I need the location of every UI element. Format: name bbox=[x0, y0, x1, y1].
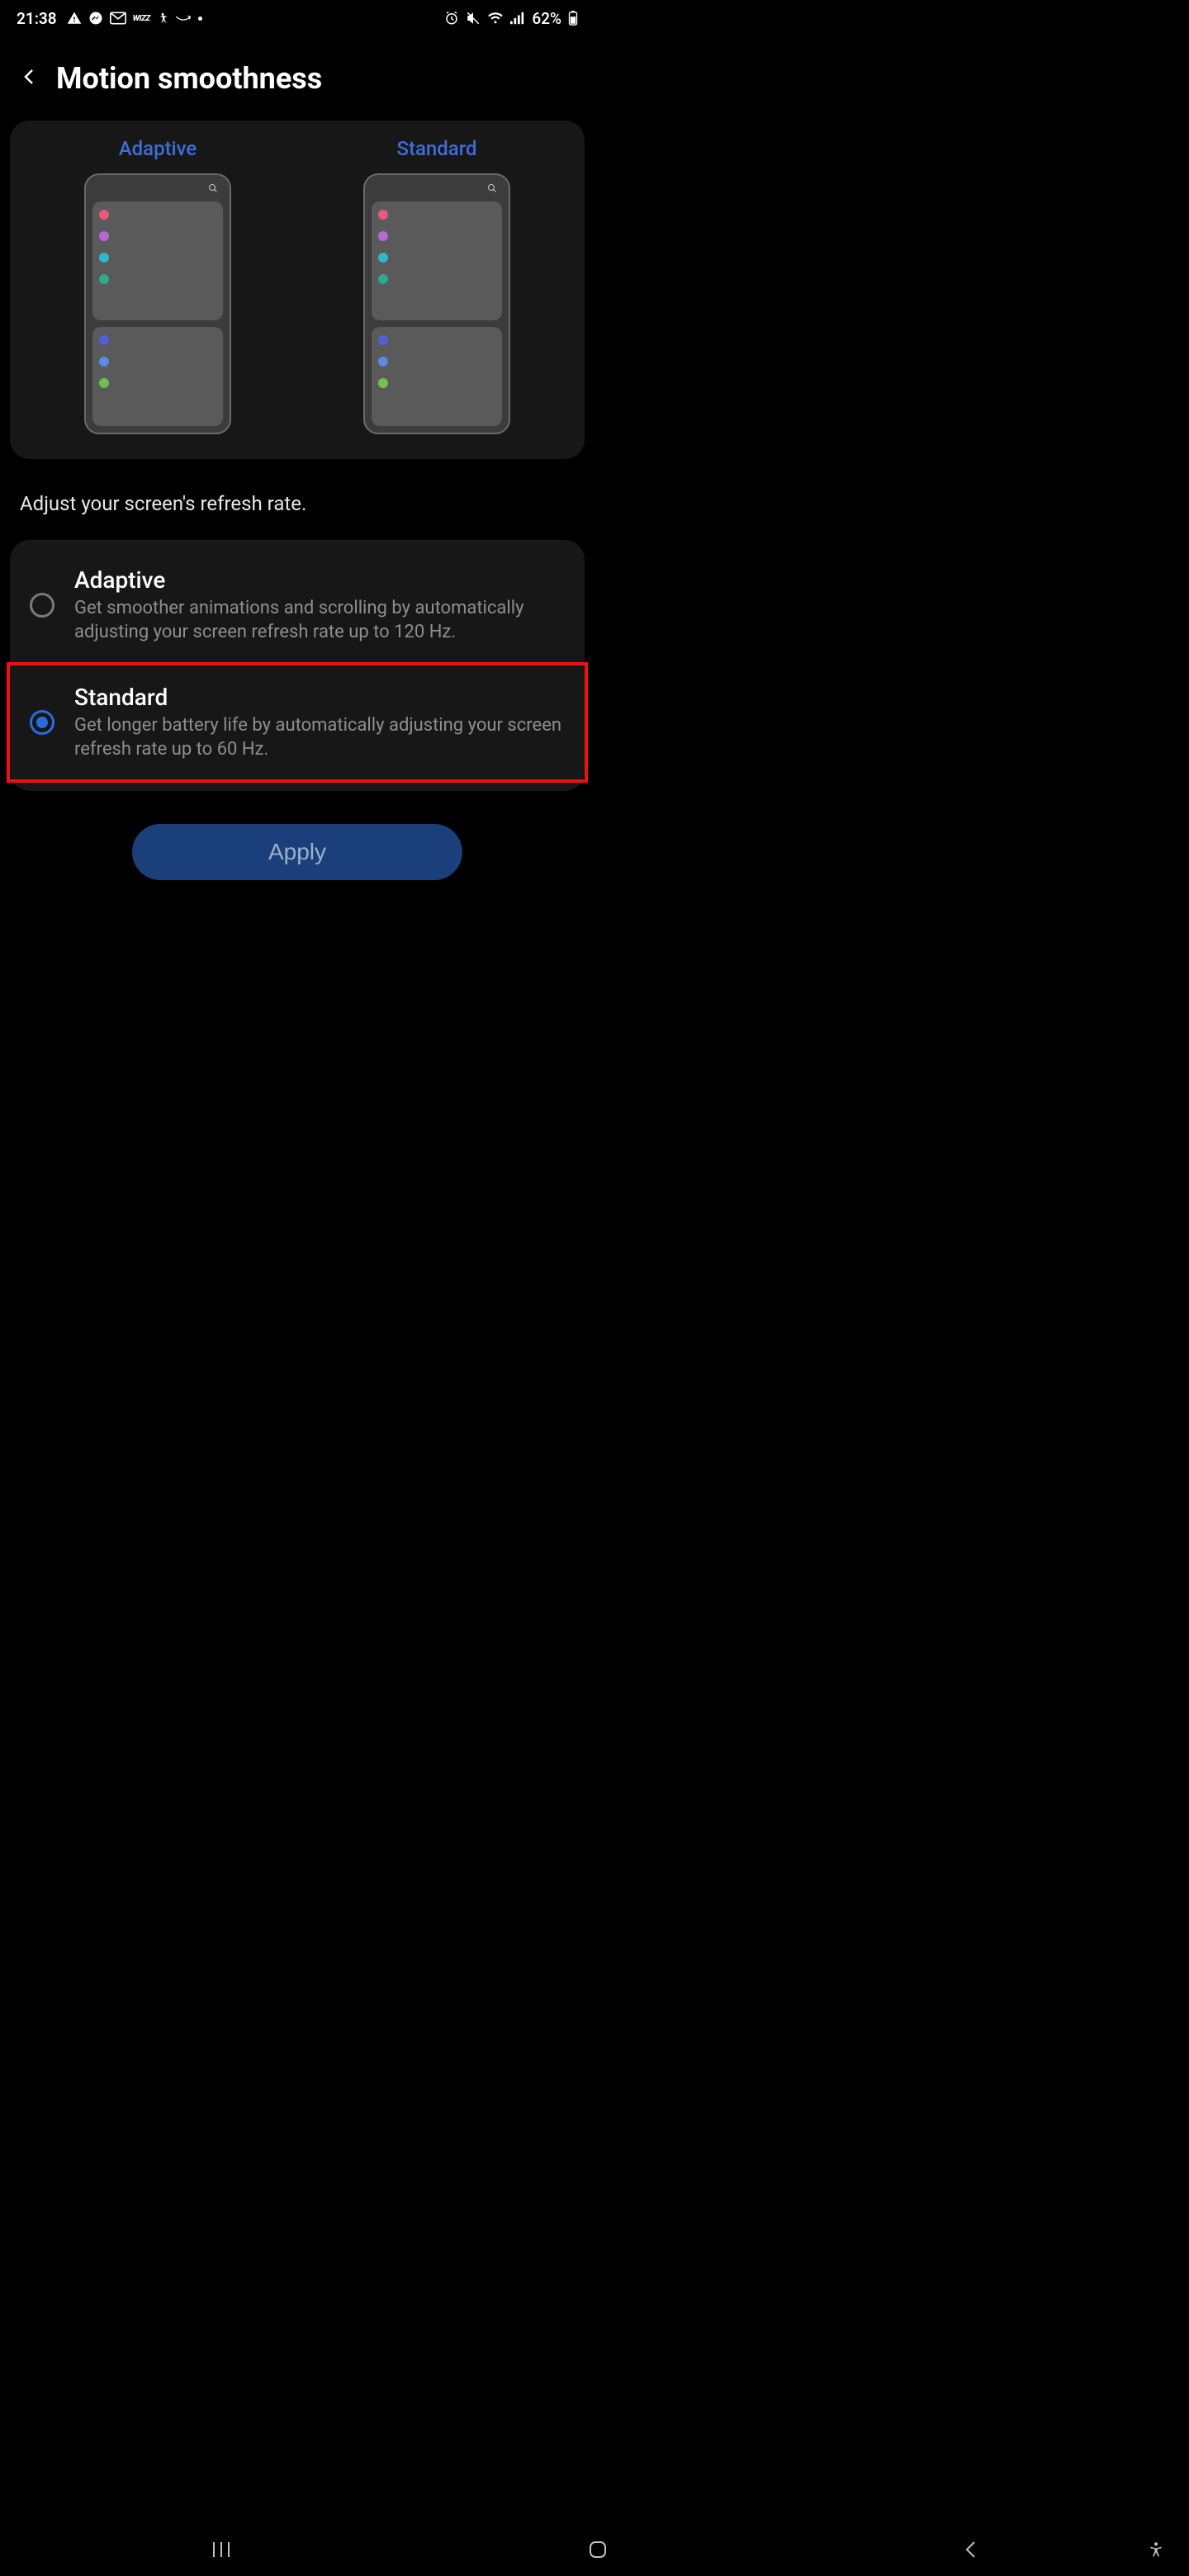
nav-back-button[interactable] bbox=[964, 2540, 978, 2563]
page-header: Motion smoothness bbox=[0, 36, 594, 112]
preview-adaptive-label: Adaptive bbox=[119, 137, 197, 160]
phone-mock-standard bbox=[363, 173, 510, 434]
preview-standard[interactable]: Standard bbox=[303, 137, 571, 434]
battery-percent: 62% bbox=[532, 9, 561, 28]
signal-icon bbox=[510, 12, 525, 25]
page-title: Motion smoothness bbox=[56, 61, 322, 96]
search-icon bbox=[487, 183, 497, 193]
preview-standard-label: Standard bbox=[396, 137, 476, 160]
wizz-icon: WIZZ bbox=[133, 14, 150, 23]
warning-icon bbox=[67, 11, 82, 26]
battery-icon bbox=[568, 11, 578, 26]
mute-icon bbox=[466, 11, 481, 26]
option-adaptive[interactable]: Adaptive Get smoother animations and scr… bbox=[10, 548, 585, 662]
status-time: 21:38 bbox=[17, 9, 57, 28]
recents-button[interactable] bbox=[211, 2540, 232, 2562]
apply-button[interactable]: Apply bbox=[132, 824, 462, 880]
android-nav-bar bbox=[0, 2526, 1189, 2576]
options-card: Adaptive Get smoother animations and scr… bbox=[10, 540, 585, 791]
status-bar: 21:38 WIZZ 62% bbox=[0, 0, 594, 36]
option-standard-desc: Get longer battery life by automatically… bbox=[74, 714, 565, 761]
search-icon bbox=[208, 183, 218, 193]
radio-adaptive[interactable] bbox=[30, 593, 54, 618]
option-adaptive-desc: Get smoother animations and scrolling by… bbox=[74, 597, 565, 644]
option-standard[interactable]: Standard Get longer battery life by auto… bbox=[10, 665, 585, 779]
wifi-icon bbox=[487, 12, 504, 25]
phone-mock-adaptive bbox=[84, 173, 231, 434]
back-button[interactable] bbox=[20, 67, 40, 90]
notification-dot-icon bbox=[198, 17, 202, 21]
gmail-icon bbox=[110, 12, 126, 25]
option-standard-title: Standard bbox=[74, 684, 565, 711]
accessibility-mini-icon bbox=[157, 12, 168, 25]
messenger-icon bbox=[88, 11, 103, 26]
radio-standard[interactable] bbox=[30, 710, 54, 735]
preview-card: Adaptive Standard bbox=[10, 121, 585, 459]
alarm-icon bbox=[444, 11, 459, 26]
accessibility-button[interactable] bbox=[1148, 2540, 1164, 2562]
option-adaptive-title: Adaptive bbox=[74, 566, 565, 594]
preview-adaptive[interactable]: Adaptive bbox=[24, 137, 291, 434]
home-button[interactable] bbox=[588, 2540, 608, 2563]
highlight-annotation: Standard Get longer battery life by auto… bbox=[7, 662, 588, 783]
amazon-icon bbox=[175, 14, 192, 22]
section-description: Adjust your screen's refresh rate. bbox=[0, 467, 594, 532]
